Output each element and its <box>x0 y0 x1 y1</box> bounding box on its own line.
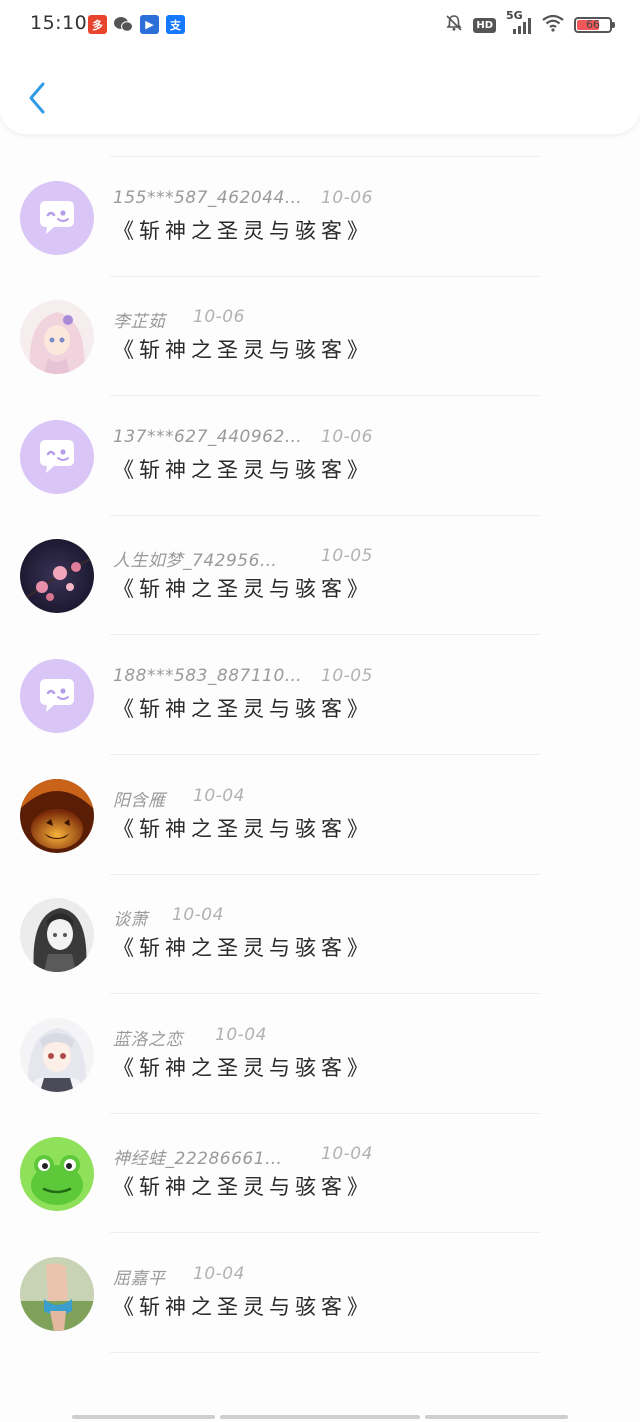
white-hair-girl-avatar[interactable] <box>20 1017 94 1092</box>
comment-book-title[interactable]: 《斩神之圣灵与骇客》 <box>113 215 373 245</box>
shopping-app-icon: 多 <box>88 15 107 34</box>
nav-indicator-center[interactable] <box>220 1415 420 1419</box>
signal-icon: 5G <box>506 9 532 35</box>
comment-date: 10-06 <box>321 426 373 447</box>
wechat-icon <box>114 15 133 34</box>
comment-list-item[interactable]: 阳含雁 10-04 《斩神之圣灵与骇客》 <box>0 755 640 875</box>
comment-date: 10-04 <box>172 905 224 926</box>
comment-book-title[interactable]: 《斩神之圣灵与骇客》 <box>113 454 373 484</box>
nav-indicator-left <box>72 1415 215 1419</box>
comment-list-item[interactable]: 神经蛙_22286661… 10-04 《斩神之圣灵与骇客》 <box>0 1113 640 1234</box>
default-chat-avatar[interactable] <box>20 659 94 733</box>
comment-book-title[interactable]: 《斩神之圣灵与骇客》 <box>113 693 373 723</box>
comment-username[interactable]: 神经蛙_22286661… <box>113 1144 283 1169</box>
top-bar: 15:10 多 ▶ 支 HD 5G 66 <box>0 0 640 134</box>
comment-list-item[interactable]: 屈嘉平 10-04 《斩神之圣灵与骇客》 <box>0 1233 640 1353</box>
comment-username[interactable]: 屈嘉平 <box>113 1264 166 1289</box>
comment-username[interactable]: 蓝洛之恋 <box>113 1025 183 1050</box>
mute-bell-icon <box>445 14 463 36</box>
comment-username[interactable]: 李芷茹 <box>113 307 166 332</box>
comment-username[interactable]: 155***587_462044… <box>113 188 302 208</box>
comment-book-title[interactable]: 《斩神之圣灵与骇客》 <box>113 1291 373 1321</box>
comment-list-item[interactable]: 人生如梦_742956… 10-05 《斩神之圣灵与骇客》 <box>0 515 640 636</box>
status-time: 15:10 <box>30 12 88 34</box>
comment-date: 10-04 <box>321 1144 373 1165</box>
comment-date: 10-05 <box>321 666 373 686</box>
comment-username[interactable]: 137***627_440962… <box>113 427 302 447</box>
video-app-icon: ▶ <box>140 15 159 34</box>
pumpkin-avatar[interactable] <box>20 778 94 853</box>
comment-list-item[interactable]: 188***583_887110… 10-05 《斩神之圣灵与骇客》 <box>0 635 640 755</box>
notification-icons: 多 ▶ 支 <box>88 15 185 34</box>
battery-indicator: 66 <box>574 17 615 33</box>
comment-list-item[interactable]: 谈萧 10-04 《斩神之圣灵与骇客》 <box>0 874 640 995</box>
comment-date: 10-06 <box>321 187 373 208</box>
chevron-left-icon <box>29 82 45 114</box>
comment-book-title[interactable]: 《斩神之圣灵与骇客》 <box>113 573 373 603</box>
comment-date: 10-04 <box>193 1264 245 1284</box>
comment-date: 10-04 <box>193 785 245 806</box>
comment-book-title[interactable]: 《斩神之圣灵与骇客》 <box>113 932 373 962</box>
default-chat-avatar[interactable] <box>20 419 94 494</box>
comment-username[interactable]: 188***583_887110… <box>113 666 302 686</box>
comment-list-item[interactable]: 蓝洛之恋 10-04 《斩神之圣灵与骇客》 <box>0 994 640 1114</box>
hd-badge: HD <box>473 17 496 33</box>
battery-cap <box>612 22 615 28</box>
comment-list-item[interactable]: 155***587_462044… 10-06 《斩神之圣灵与骇客》 <box>0 157 640 277</box>
alipay-icon: 支 <box>166 15 185 34</box>
comment-list-item[interactable]: 137***627_440962… 10-06 《斩神之圣灵与骇客》 <box>0 396 640 516</box>
comment-date: 10-04 <box>215 1024 267 1045</box>
system-icons: HD 5G 66 <box>445 9 615 36</box>
default-chat-avatar[interactable] <box>20 180 94 255</box>
wifi-icon <box>542 14 564 36</box>
status-bar: 15:10 多 ▶ 支 HD 5G 66 <box>0 0 640 50</box>
divider <box>110 1352 540 1353</box>
comment-date: 10-05 <box>321 546 373 567</box>
frog-avatar[interactable] <box>20 1137 94 1212</box>
dark-hair-girl-avatar[interactable] <box>20 898 94 973</box>
back-button[interactable] <box>20 78 54 118</box>
blossom-avatar[interactable] <box>20 539 94 614</box>
comment-book-title[interactable]: 《斩神之圣灵与骇客》 <box>113 813 373 843</box>
battery-level: 66 <box>586 18 600 31</box>
comment-username[interactable]: 人生如梦_742956… <box>113 546 277 571</box>
photo-avatar[interactable] <box>20 1257 94 1331</box>
comment-username[interactable]: 阳含雁 <box>113 786 166 811</box>
comment-book-title[interactable]: 《斩神之圣灵与骇客》 <box>113 1052 373 1082</box>
comment-date: 10-06 <box>193 307 245 328</box>
comment-list-item[interactable]: 李芷茹 10-06 《斩神之圣灵与骇客》 <box>0 276 640 397</box>
comment-username[interactable]: 谈萧 <box>113 905 148 930</box>
comment-book-title[interactable]: 《斩神之圣灵与骇客》 <box>113 1171 373 1201</box>
nav-indicator-right <box>425 1415 568 1419</box>
pink-hair-girl-avatar[interactable] <box>20 300 94 375</box>
comment-book-title[interactable]: 《斩神之圣灵与骇客》 <box>113 334 373 364</box>
